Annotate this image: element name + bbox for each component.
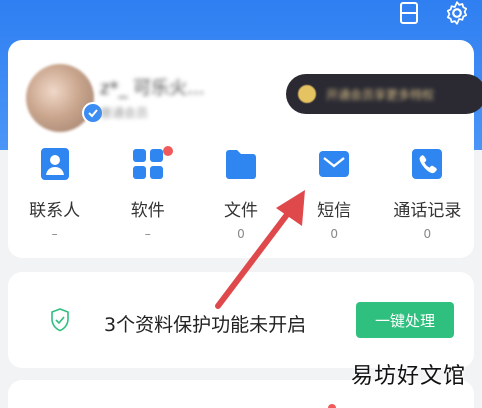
grid-item-messages[interactable]: 短信 0	[288, 148, 381, 241]
grid-item-count: –	[51, 227, 58, 241]
alert-message: 3个资料保护功能未开启	[104, 314, 307, 336]
contact-icon	[39, 148, 71, 180]
grid-item-label: 短信	[317, 201, 352, 221]
notification-dot	[163, 146, 174, 156]
grid-item-count: 0	[237, 227, 245, 241]
notification-dot	[328, 404, 336, 408]
folder-icon	[225, 148, 257, 180]
grid-item-contacts[interactable]: 联系人 –	[8, 148, 101, 241]
profile-subtitle: 普通会员	[100, 106, 149, 120]
watermark-text: 易坊好文馆	[350, 364, 466, 389]
avatar[interactable]	[26, 64, 94, 132]
protection-alert-card: 3个资料保护功能未开启 一键处理	[8, 272, 474, 368]
vip-banner[interactable]: 开通会员享更多特权	[286, 74, 482, 114]
scan-icon[interactable]	[396, 0, 422, 26]
apps-grid-icon	[132, 148, 164, 180]
grid-item-count: 0	[423, 227, 432, 241]
vip-text: 开通会员享更多特权	[326, 87, 435, 102]
coin-icon	[298, 85, 316, 103]
grid-item-apps[interactable]: 软件 –	[101, 146, 194, 241]
shield-check-icon	[50, 308, 70, 336]
message-icon	[318, 148, 350, 180]
grid-item-files[interactable]: 文件 0	[194, 148, 287, 241]
profile-name: z*_ 可乐火...	[100, 78, 205, 99]
grid-item-label: 联系人	[29, 201, 81, 221]
backup-grid: 联系人 – 软件 – 文件 0 短信 0 通话记录 0	[8, 146, 474, 241]
grid-item-label: 通话记录	[393, 201, 462, 221]
grid-item-count: –	[144, 227, 151, 241]
settings-icon[interactable]	[444, 0, 470, 26]
profile-header[interactable]	[26, 64, 94, 132]
grid-item-label: 文件	[223, 201, 258, 221]
grid-item-label: 软件	[130, 201, 165, 221]
grid-item-call-log[interactable]: 通话记录 0	[381, 148, 474, 241]
phone-icon	[411, 148, 443, 180]
header-toolbar	[396, 0, 470, 26]
grid-item-count: 0	[330, 227, 338, 241]
account-card: z*_ 可乐火... 普通会员 开通会员享更多特权 联系人 – 软件 – 文件 …	[8, 40, 482, 258]
fix-all-button[interactable]: 一键处理	[356, 302, 454, 338]
